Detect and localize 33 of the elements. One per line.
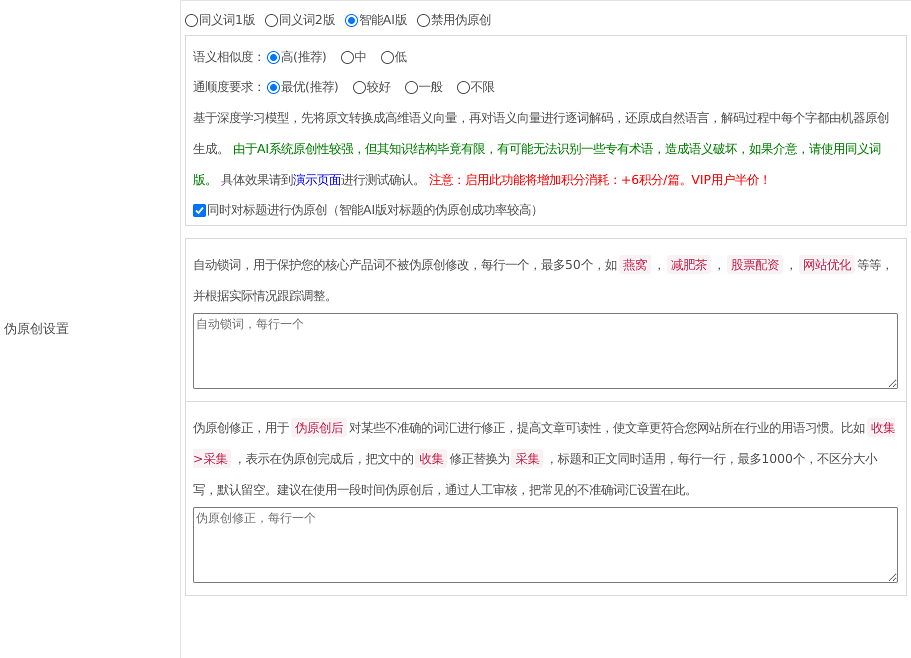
option-label: 不限 (470, 78, 495, 96)
checkbox[interactable] (193, 204, 206, 216)
option-label: 同义词2版 (278, 12, 335, 28)
lock-words-field[interactable]: 自动锁词，每行一个 (193, 313, 898, 389)
description-text: 伪原创修正，用于 伪原创后 对某些不准确的词汇进行修正，提高文章可读性，使文章更符合您网站所在行业的用语习惯。比如 收集>采集 ，表示在伪原创完成后，把文中的 收集 修正替换为 采集 ，标题和正文同时适用，每行一行，最多1000个，不区分大小写，默认留空。建议在使用一段时间伪原创后，通过人工审核，把常见的不准确词汇设置在此。 (193, 417, 896, 499)
radio-button[interactable] (340, 50, 354, 64)
radio-button[interactable] (267, 80, 280, 94)
description-text: 自动锁词，用于保护您的核心产品词不被伪原创修改，每行一个，最多50个，如 燕窝 ， 减肥茶 ， 股票配资 ， 网站优化 等等，并根据实际情况跟踪调整。 (193, 254, 894, 305)
radio-button[interactable] (456, 80, 470, 94)
description-text: 基于深度学习模型，先将原文转换成高维语义向量，再对语义向量进行逐词解码，还原成自然语言，解码过程中每个字都由机器原创生成。 由于AI系统原创性较强，但其知识结构毕竟有限，有可能无法识别一些专有术语，造成语义破坏，如果介意，请使用同义词版。 具体效果请到演示页面进行测试确认。 注意：启用此功能将增加积分消耗：+6积分/篇。VIP用户半价！ (193, 109, 890, 189)
radio-button[interactable] (416, 14, 430, 26)
radio-button[interactable] (344, 14, 358, 26)
radio-button[interactable] (404, 80, 418, 94)
radio-button[interactable] (264, 14, 278, 26)
radio-button[interactable] (267, 50, 280, 64)
option-label: 较好 (366, 78, 391, 96)
field-label: 通顺度要求： (193, 78, 265, 96)
radio-button[interactable] (185, 14, 198, 26)
option-label: 禁用伪原创 (430, 12, 491, 28)
section-label: 伪原创设置 (3, 321, 69, 338)
option-label: 高(推荐) (281, 48, 327, 66)
radio-button[interactable] (380, 50, 394, 64)
field-label: 语义相似度： (193, 48, 265, 66)
option-label: 低 (394, 48, 407, 66)
radio-button[interactable] (352, 80, 366, 94)
demo-page-link[interactable]: 演示页面 (292, 172, 341, 187)
option-label: 最优(推荐) (281, 78, 339, 96)
option-label: 同时对标题进行伪原创（智能AI版对标题的伪原创成功率较高） (207, 202, 544, 218)
option-label: 一般 (418, 78, 443, 96)
option-label: 中 (354, 48, 367, 66)
option-label: 同义词1版 (199, 12, 255, 28)
corrections-field[interactable]: 伪原创修正，每行一个 (193, 507, 898, 583)
option-label: 智能AI版 (358, 12, 407, 28)
